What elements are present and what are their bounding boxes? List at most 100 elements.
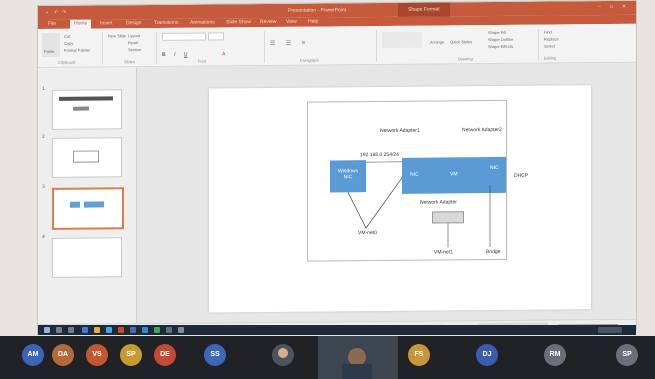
reset-button[interactable]: Reset (128, 40, 138, 45)
new-slide-button[interactable]: New Slide (108, 33, 126, 38)
app-icon[interactable] (142, 327, 148, 333)
contextual-tab[interactable]: Shape Format (398, 2, 450, 17)
tab-help[interactable]: Help (308, 19, 318, 25)
font-color-icon[interactable]: A (222, 51, 225, 57)
tab-slide-show[interactable]: Slide Show (226, 19, 251, 25)
cut-button[interactable]: Cut (64, 34, 70, 39)
slide-editor: Network Adapter1 Network Adapter2 192.16… (137, 62, 636, 324)
group-clipboard-label: Clipboard (58, 59, 76, 65)
select-button[interactable]: Select (544, 43, 555, 48)
edge-icon[interactable] (82, 327, 88, 333)
bold-icon[interactable]: B (162, 52, 166, 58)
ribbon-separator (102, 32, 103, 65)
shape-effects-button[interactable]: Shape Effects (488, 44, 513, 49)
shape-outline-button[interactable]: Shape Outline (488, 37, 513, 42)
format-painter-button[interactable]: Format Painter (64, 48, 90, 53)
thumb-content (73, 106, 89, 111)
arrange-button[interactable]: Arrange (430, 39, 444, 44)
section-button[interactable]: Section (128, 47, 141, 52)
maximize-icon[interactable]: □ (610, 4, 613, 10)
find-button[interactable]: Find (544, 30, 552, 35)
layout-button[interactable]: Layout (128, 33, 140, 38)
thumb-content (84, 201, 104, 208)
task-view-icon[interactable] (68, 327, 74, 333)
windows-taskbar (38, 325, 636, 335)
thumb-content (70, 201, 80, 208)
undo-icon[interactable]: ↶ (54, 10, 58, 16)
tab-design[interactable]: Design (126, 20, 142, 26)
tab-home[interactable]: Home (70, 19, 92, 29)
thumb-content (59, 96, 113, 101)
thumb-number: 4 (42, 233, 45, 240)
participant-avatar[interactable]: FS (408, 344, 430, 366)
thumb-number: 3 (42, 183, 45, 190)
group-slides-label: Slides (124, 59, 135, 65)
bridge-label: Bridge (486, 248, 501, 256)
quick-styles-button[interactable]: Quick Styles (450, 39, 472, 44)
replace-button[interactable]: Replace (544, 36, 559, 41)
font-name-dropdown[interactable] (162, 32, 206, 41)
search-icon[interactable] (56, 327, 62, 333)
group-editing-label: Editing (544, 55, 557, 61)
vmnet0-label: VM-net0 (358, 230, 377, 237)
numbering-icon[interactable]: ☰ (286, 41, 291, 47)
thumb-content (73, 150, 99, 163)
participant-avatar[interactable]: DA (52, 344, 74, 366)
start-icon[interactable] (44, 327, 50, 333)
store-icon[interactable] (106, 327, 112, 333)
network-adapter-box[interactable] (432, 211, 464, 224)
participant-avatar[interactable]: AM (22, 344, 44, 366)
tab-insert[interactable]: Insert (100, 20, 113, 26)
redo-icon[interactable]: ↷ (62, 10, 66, 16)
slide-thumbnail-3[interactable] (52, 187, 124, 230)
slide-thumbnail-1[interactable] (52, 89, 122, 130)
vmnet1-label: VM-net1 (434, 249, 453, 256)
participant-photo-avatar[interactable] (272, 344, 294, 366)
ppt-window: ▪ ↶ ↷ Presentation - PowerPoint Shape Fo… (38, 0, 636, 334)
thumb-number: 1 (42, 85, 45, 92)
font-format-buttons[interactable]: B I U A (162, 42, 252, 58)
paste-button[interactable]: Paste (42, 32, 60, 57)
bullets-icon[interactable]: ☰ (270, 41, 275, 47)
ribbon-separator (376, 30, 377, 63)
participant-avatar[interactable]: SP (120, 344, 142, 366)
participant-avatar[interactable]: VS (86, 344, 108, 366)
participant-avatar[interactable]: RM (544, 344, 566, 366)
participant-avatar[interactable]: DE (154, 344, 176, 366)
group-font-label: Font (198, 58, 207, 64)
slide-thumbnail-4[interactable] (52, 237, 122, 278)
tab-animations[interactable]: Animations (190, 19, 215, 25)
close-icon[interactable]: ✕ (622, 4, 626, 10)
shapes-gallery[interactable] (382, 31, 422, 48)
paragraph-buttons[interactable]: ☰ ☰ ≡ (270, 31, 330, 50)
slide-thumbnail-2[interactable] (52, 137, 122, 178)
thumb-number: 2 (42, 133, 45, 140)
shape-fill-button[interactable]: Shape Fill (488, 30, 506, 35)
app-icon[interactable] (166, 327, 172, 333)
participant-avatar[interactable]: SP (616, 344, 638, 366)
system-tray-clock[interactable] (598, 327, 622, 333)
participant-avatar[interactable]: DJ (476, 344, 498, 366)
font-size-dropdown[interactable] (208, 32, 224, 41)
copy-button[interactable]: Copy (64, 41, 73, 46)
person-icon (278, 348, 288, 358)
tab-review[interactable]: Review (260, 19, 276, 25)
align-icon[interactable]: ≡ (302, 41, 306, 47)
underline-icon[interactable]: U (184, 52, 188, 58)
tab-view[interactable]: View (286, 19, 297, 25)
participant-video-tile[interactable] (318, 336, 398, 379)
powerpoint-icon[interactable] (118, 327, 124, 333)
file-explorer-icon[interactable] (94, 327, 100, 333)
tab-file[interactable]: File (48, 21, 56, 27)
italic-icon[interactable]: I (174, 52, 175, 58)
participant-avatar[interactable]: SS (204, 344, 226, 366)
group-drawing-label: Drawing (458, 56, 473, 62)
app-icon[interactable] (130, 327, 136, 333)
app-icon[interactable] (154, 327, 160, 333)
app-icon[interactable] (178, 327, 184, 333)
ribbon-separator (156, 31, 157, 64)
minimize-icon[interactable]: – (598, 4, 601, 10)
current-slide[interactable]: Network Adapter1 Network Adapter2 192.16… (209, 85, 591, 313)
save-icon[interactable]: ▪ (46, 10, 48, 16)
tab-transitions[interactable]: Transitions (154, 20, 178, 26)
